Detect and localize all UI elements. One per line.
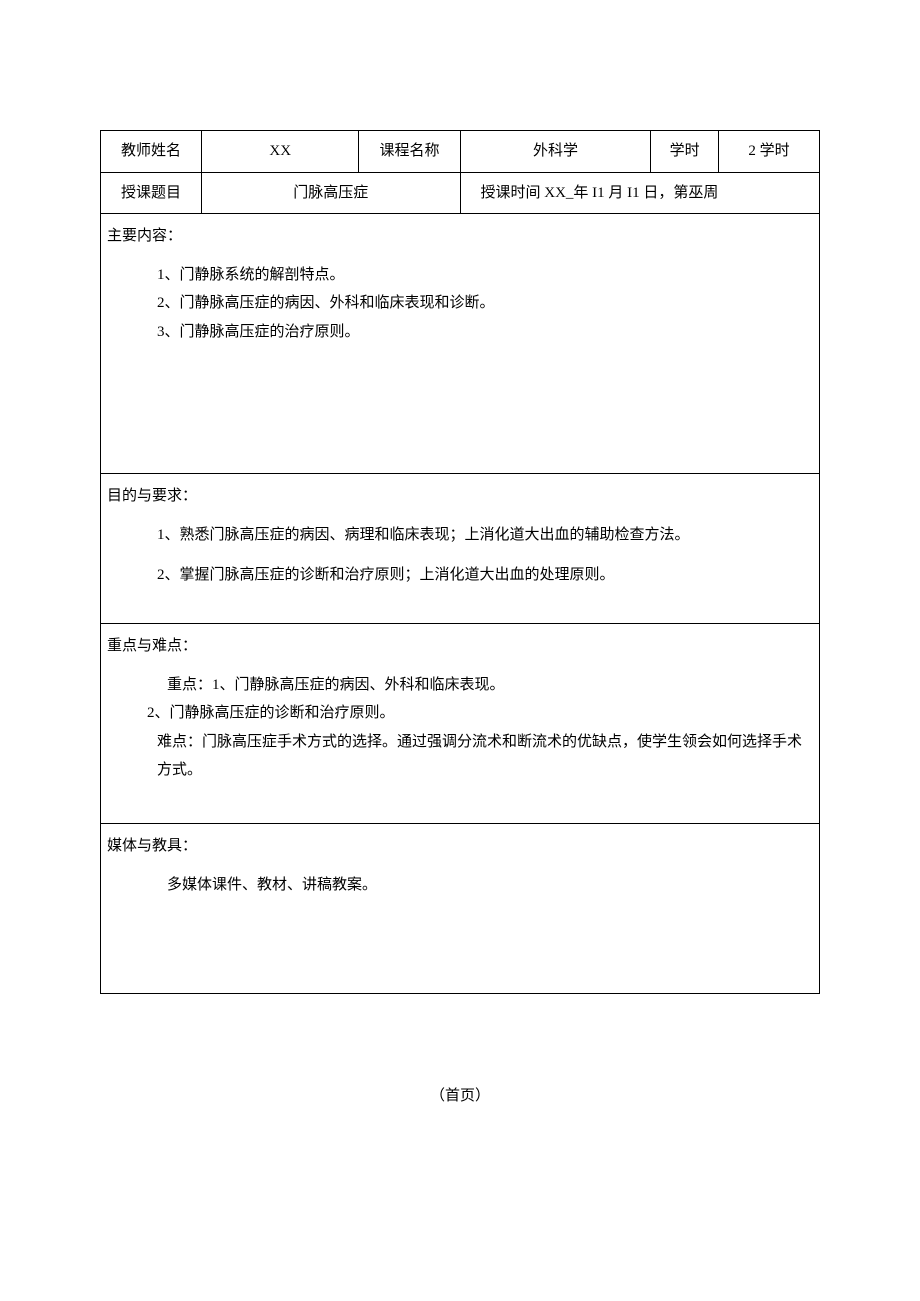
objectives-row: 目的与要求： 1、熟悉门脉高压症的病因、病理和临床表现；上消化道大出血的辅助检查… (101, 474, 820, 624)
lesson-plan-table: 教师姓名 XX 课程名称 外科学 学时 2 学时 授课题目 门脉高压症 授课时间… (100, 130, 820, 994)
lecture-time: 授课时间 XX_年 I1 月 I1 日，第巫周 (460, 172, 820, 214)
keypoints-line-3: 难点：门脉高压症手术方式的选择。通过强调分流术和断流术的优缺点，使学生领会如何选… (107, 728, 813, 785)
main-content-cell: 主要内容： 1、门静脉系统的解剖特点。 2、门静脉高压症的病因、外科和临床表现和… (101, 214, 820, 474)
header-row-1: 教师姓名 XX 课程名称 外科学 学时 2 学时 (101, 131, 820, 173)
objectives-cell: 目的与要求： 1、熟悉门脉高压症的病因、病理和临床表现；上消化道大出血的辅助检查… (101, 474, 820, 624)
page-container: 教师姓名 XX 课程名称 外科学 学时 2 学时 授课题目 门脉高压症 授课时间… (0, 0, 920, 1105)
main-content-row: 主要内容： 1、门静脉系统的解剖特点。 2、门静脉高压症的病因、外科和临床表现和… (101, 214, 820, 474)
main-content-item-1: 1、门静脉系统的解剖特点。 (107, 261, 813, 290)
hours-value: 2 学时 (718, 131, 819, 173)
footer-note: （首页） (100, 1084, 820, 1105)
topic-value: 门脉高压症 (202, 172, 460, 214)
course-name-label: 课程名称 (359, 131, 460, 173)
objectives-item-1: 1、熟悉门脉高压症的病因、病理和临床表现；上消化道大出血的辅助检查方法。 (107, 521, 813, 550)
header-row-2: 授课题目 门脉高压症 授课时间 XX_年 I1 月 I1 日，第巫周 (101, 172, 820, 214)
teacher-name-value: XX (202, 131, 359, 173)
keypoints-title: 重点与难点： (107, 632, 813, 661)
media-text: 多媒体课件、教材、讲稿教案。 (107, 871, 813, 900)
media-row: 媒体与教具： 多媒体课件、教材、讲稿教案。 (101, 824, 820, 994)
main-content-item-3: 3、门静脉高压症的治疗原则。 (107, 318, 813, 347)
keypoints-line-2: 2、门静脉高压症的诊断和治疗原则。 (107, 699, 813, 728)
keypoints-row: 重点与难点： 重点：1、门静脉高压症的病因、外科和临床表现。 2、门静脉高压症的… (101, 624, 820, 824)
main-content-title: 主要内容： (107, 222, 813, 251)
keypoints-line-1: 重点：1、门静脉高压症的病因、外科和临床表现。 (107, 671, 813, 700)
hours-label: 学时 (651, 131, 718, 173)
course-name-value: 外科学 (460, 131, 651, 173)
teacher-name-label: 教师姓名 (101, 131, 202, 173)
objectives-title: 目的与要求： (107, 482, 813, 511)
keypoints-cell: 重点与难点： 重点：1、门静脉高压症的病因、外科和临床表现。 2、门静脉高压症的… (101, 624, 820, 824)
topic-label: 授课题目 (101, 172, 202, 214)
media-cell: 媒体与教具： 多媒体课件、教材、讲稿教案。 (101, 824, 820, 994)
objectives-item-2: 2、掌握门脉高压症的诊断和治疗原则；上消化道大出血的处理原则。 (107, 561, 813, 590)
main-content-item-2: 2、门静脉高压症的病因、外科和临床表现和诊断。 (107, 289, 813, 318)
media-title: 媒体与教具： (107, 832, 813, 861)
